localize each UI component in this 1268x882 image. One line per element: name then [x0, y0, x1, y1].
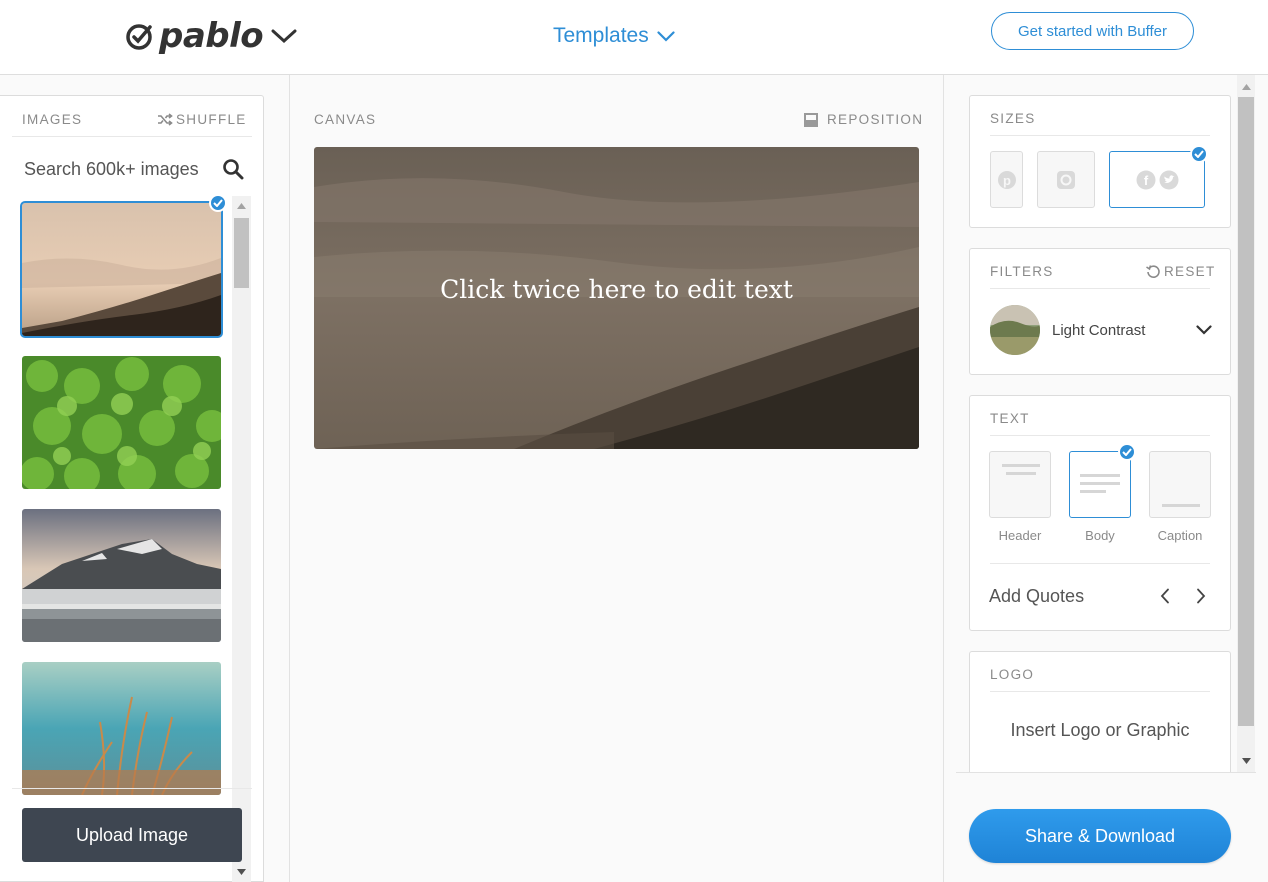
filters-card: FILTERS RESET Light Contrast	[969, 248, 1231, 375]
chevron-down-icon	[1196, 325, 1212, 335]
logo-text: pablo	[159, 16, 264, 56]
text-style-caption[interactable]	[1149, 451, 1211, 518]
divider	[990, 563, 1210, 564]
divider	[990, 435, 1210, 436]
divider	[12, 788, 252, 789]
divider	[12, 136, 252, 137]
images-panel: IMAGES SHUFFLE Search 600k+ images Uploa…	[0, 95, 264, 882]
text-heading: TEXT	[990, 411, 1030, 426]
misty-mountain-image	[22, 203, 221, 336]
search-icon[interactable]	[222, 158, 244, 180]
upload-image-button[interactable]: Upload Image	[22, 808, 242, 862]
chevron-down-icon[interactable]	[271, 28, 297, 44]
chevron-right-icon[interactable]	[1196, 588, 1206, 604]
divider	[956, 772, 1256, 773]
reposition-label: REPOSITION	[827, 112, 924, 127]
filter-preview-thumbnail	[990, 305, 1040, 355]
instagram-icon	[1057, 170, 1075, 189]
logo-heading: LOGO	[990, 667, 1035, 682]
canvas-image[interactable]: Click twice here to edit text	[314, 147, 919, 449]
canvas-heading: CANVAS	[314, 112, 377, 127]
scroll-up-icon[interactable]	[1237, 79, 1255, 95]
images-heading: IMAGES	[22, 112, 83, 127]
image-search-input[interactable]	[24, 158, 204, 180]
selected-check-icon	[1190, 145, 1208, 163]
top-bar: pablo Templates Get started with Buffer	[0, 0, 1268, 75]
get-started-button[interactable]: Get started with Buffer	[991, 12, 1194, 50]
canvas-text-overlay[interactable]: Click twice here to edit text	[314, 275, 919, 304]
insert-logo-button[interactable]: Insert Logo or Graphic	[970, 720, 1230, 741]
text-style-caption-label: Caption	[1157, 528, 1203, 543]
selected-check-icon	[1118, 443, 1136, 461]
chevron-down-icon	[657, 30, 675, 42]
snowy-mountain-image	[22, 509, 221, 642]
grass-image	[22, 662, 221, 795]
selected-check-icon	[209, 194, 227, 212]
settings-panel: SIZES p f FILTERS RESET Light Contrast T…	[944, 75, 1268, 882]
reposition-icon	[804, 112, 818, 127]
filter-name: Light Contrast	[1052, 321, 1146, 339]
sizes-card: SIZES p f	[969, 95, 1231, 228]
divider	[990, 288, 1210, 289]
divider	[990, 691, 1210, 692]
scroll-up-icon[interactable]	[232, 198, 251, 214]
shuffle-button[interactable]: SHUFFLE	[157, 112, 247, 127]
sizes-heading: SIZES	[990, 111, 1036, 126]
scroll-down-icon[interactable]	[232, 864, 251, 880]
text-style-body-label: Body	[1085, 528, 1115, 543]
svg-text:p: p	[1003, 173, 1011, 188]
size-pinterest-option[interactable]: p	[990, 151, 1023, 208]
size-facebook-twitter-option[interactable]: f	[1109, 151, 1205, 208]
reset-label: RESET	[1164, 264, 1216, 279]
svg-text:f: f	[1143, 173, 1148, 188]
shuffle-icon	[158, 113, 173, 126]
canvas-area: CANVAS REPOSITION Click twice here to ed…	[289, 75, 944, 882]
facebook-icon: f	[1136, 170, 1155, 189]
reposition-button[interactable]: REPOSITION	[804, 112, 923, 127]
text-style-header[interactable]	[989, 451, 1051, 518]
reset-button[interactable]: RESET	[1146, 264, 1216, 279]
templates-label: Templates	[553, 24, 649, 47]
size-instagram-option[interactable]	[1037, 151, 1095, 208]
logo-card: LOGO Insert Logo or Graphic	[969, 651, 1231, 773]
scrollbar-thumb[interactable]	[1238, 97, 1254, 726]
pablo-logo[interactable]: pablo	[125, 16, 297, 56]
image-thumbnail[interactable]	[22, 509, 221, 642]
text-style-body[interactable]	[1069, 451, 1131, 518]
images-scrollbar[interactable]	[232, 196, 251, 882]
pinterest-icon: p	[997, 170, 1016, 189]
clover-image	[22, 356, 221, 489]
filters-heading: FILTERS	[990, 264, 1054, 279]
share-download-button[interactable]: Share & Download	[969, 809, 1231, 863]
templates-dropdown[interactable]: Templates	[553, 24, 675, 48]
divider	[990, 135, 1210, 136]
settings-scrollbar[interactable]	[1237, 75, 1255, 772]
image-search	[24, 158, 244, 180]
image-thumbnail-list	[20, 201, 223, 815]
scroll-down-icon[interactable]	[1237, 753, 1255, 769]
add-quotes-label: Add Quotes	[989, 586, 1085, 606]
text-style-header-label: Header	[998, 528, 1042, 543]
pablo-check-icon	[126, 24, 152, 50]
scrollbar-thumb[interactable]	[234, 218, 249, 288]
text-card: TEXT Header Body Caption Add Quotes	[969, 395, 1231, 631]
image-thumbnail[interactable]	[20, 201, 223, 338]
image-thumbnail[interactable]	[22, 662, 221, 795]
image-thumbnail[interactable]	[22, 356, 221, 489]
filter-dropdown[interactable]: Light Contrast	[990, 304, 1212, 356]
reset-icon	[1146, 265, 1160, 278]
shuffle-label: SHUFFLE	[176, 112, 247, 127]
chevron-left-icon[interactable]	[1160, 588, 1170, 604]
twitter-icon	[1159, 170, 1178, 189]
